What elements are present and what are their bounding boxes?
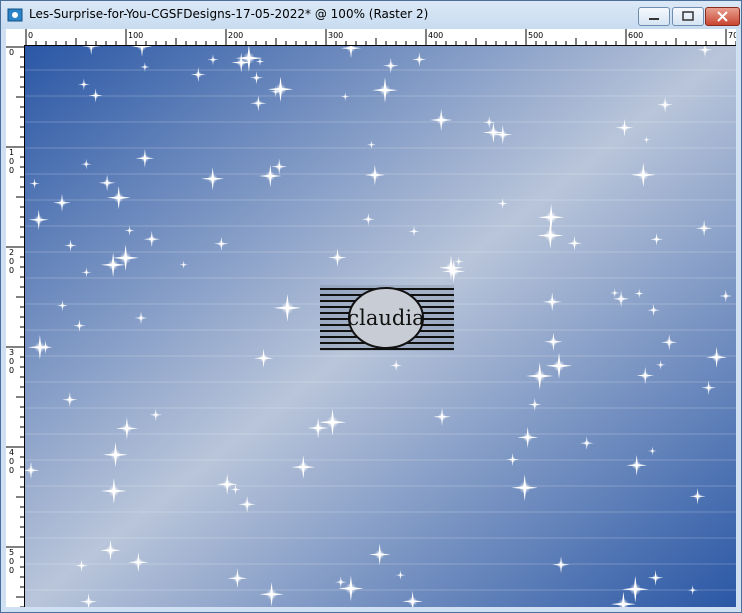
- ruler-left-label: 0: [9, 157, 14, 166]
- watermark-logo: claudia: [320, 285, 454, 351]
- ruler-left-label: 0: [9, 366, 14, 375]
- ruler-top-label: 400: [428, 31, 443, 40]
- ruler-left-label: 2: [9, 248, 14, 257]
- ruler-left-label: 0: [9, 357, 14, 366]
- ruler-top-label: 100: [128, 31, 143, 40]
- ruler-left-label: 4: [9, 448, 14, 457]
- minimize-icon: [649, 18, 659, 20]
- minimize-button[interactable]: [638, 7, 670, 26]
- ruler-left-label: 0: [9, 466, 14, 475]
- ruler-left-label: 0: [9, 566, 14, 575]
- maximize-icon: [682, 11, 694, 21]
- horizontal-ruler[interactable]: 0 100 200 300 400 500 600 700: [24, 29, 736, 46]
- ruler-left-label: 0: [9, 257, 14, 266]
- ruler-top-label: 600: [628, 31, 643, 40]
- ruler-top-label: 200: [228, 31, 243, 40]
- ruler-top-label: 700: [728, 31, 736, 40]
- title-bar[interactable]: Les-Surprise-for-You-CGSFDesigns-17-05-2…: [1, 1, 741, 29]
- ruler-corner: [6, 29, 25, 46]
- ruler-left-label: 0: [9, 48, 14, 57]
- close-button[interactable]: [705, 7, 740, 26]
- ruler-left-label: 0: [9, 166, 14, 175]
- watermark-text: claudia: [347, 306, 424, 330]
- ruler-left-label: 0: [9, 266, 14, 275]
- ruler-top-label: 300: [328, 31, 343, 40]
- vertical-ruler[interactable]: 0100200300400500: [6, 45, 25, 607]
- image-canvas[interactable]: claudia: [25, 46, 736, 607]
- ruler-top-label: 500: [528, 31, 543, 40]
- ruler-left-label: 0: [9, 557, 14, 566]
- ruler-left-label: 5: [9, 548, 14, 557]
- ruler-left-label: 3: [9, 348, 14, 357]
- close-icon: [717, 11, 728, 22]
- window-title: Les-Surprise-for-You-CGSFDesigns-17-05-2…: [29, 7, 429, 21]
- image-window: Les-Surprise-for-You-CGSFDesigns-17-05-2…: [0, 0, 742, 613]
- maximize-button[interactable]: [672, 7, 704, 26]
- psp-app-icon: [7, 8, 23, 22]
- ruler-top-label: 0: [28, 31, 33, 40]
- ruler-left-label: 1: [9, 148, 14, 157]
- ruler-left-label: 0: [9, 457, 14, 466]
